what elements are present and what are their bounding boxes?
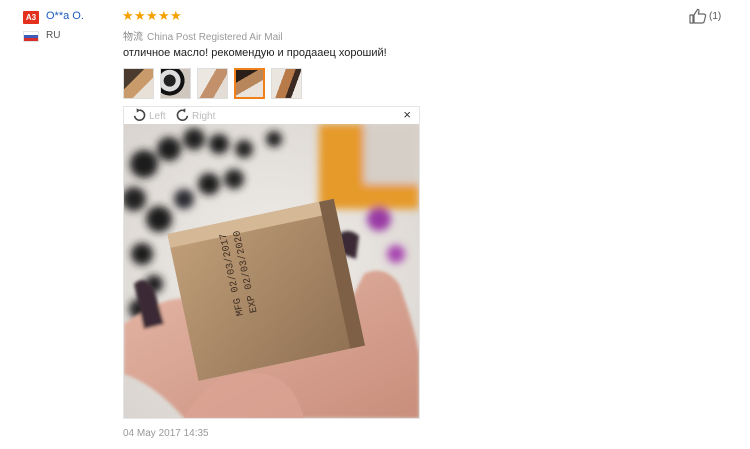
thumbs-up-icon: [689, 8, 707, 24]
helpful-button[interactable]: (1): [689, 8, 721, 24]
russia-flag-icon: [23, 31, 39, 42]
shipping-method: China Post Registered Air Mail: [147, 32, 283, 43]
active-caret-icon: [247, 98, 257, 99]
review-photo-thumbnail[interactable]: [123, 68, 154, 99]
star-rating: ★ ★ ★ ★ ★: [122, 9, 182, 22]
star-icon: ★: [170, 8, 182, 23]
helpful-count: (1): [709, 10, 722, 22]
photo-viewer: Left Right × MFG 02/03/2017 EXP 02/03/20…: [123, 106, 420, 419]
rotate-right-label: Right: [192, 111, 216, 122]
shipping-label: 物流: [123, 32, 143, 43]
review-photo-thumbnail-active[interactable]: [234, 68, 265, 99]
rotate-right-button[interactable]: Right: [175, 108, 215, 125]
close-icon[interactable]: ×: [403, 108, 411, 122]
rotate-left-icon: [132, 108, 147, 125]
review-text: отличное масло! рекомендую и продааец хо…: [123, 47, 387, 59]
review-photo-thumbnails: [123, 68, 302, 99]
review-date: 04 May 2017 14:35: [123, 428, 209, 439]
reviewer-country: RU: [46, 30, 61, 41]
star-icon: ★: [122, 8, 134, 23]
star-icon: ★: [158, 8, 170, 23]
review-photo-thumbnail[interactable]: [271, 68, 302, 99]
review-photo-large: MFG 02/03/2017 EXP 02/03/2020: [124, 124, 419, 418]
review-photo-image: MFG 02/03/2017 EXP 02/03/2020: [124, 124, 419, 418]
rotate-left-label: Left: [149, 111, 166, 122]
review-photo-thumbnail[interactable]: [160, 68, 191, 99]
star-icon: ★: [134, 8, 146, 23]
photo-viewer-toolbar: Left Right ×: [124, 107, 419, 124]
review-photo-thumbnail[interactable]: [197, 68, 228, 99]
shipping-info: 物流 China Post Registered Air Mail: [123, 28, 283, 43]
rotate-right-icon: [175, 108, 190, 125]
star-icon: ★: [146, 8, 158, 23]
rotate-left-button[interactable]: Left: [132, 108, 166, 125]
reviewer-name[interactable]: O**a O.: [46, 10, 84, 22]
member-level-badge: A3: [23, 11, 39, 24]
